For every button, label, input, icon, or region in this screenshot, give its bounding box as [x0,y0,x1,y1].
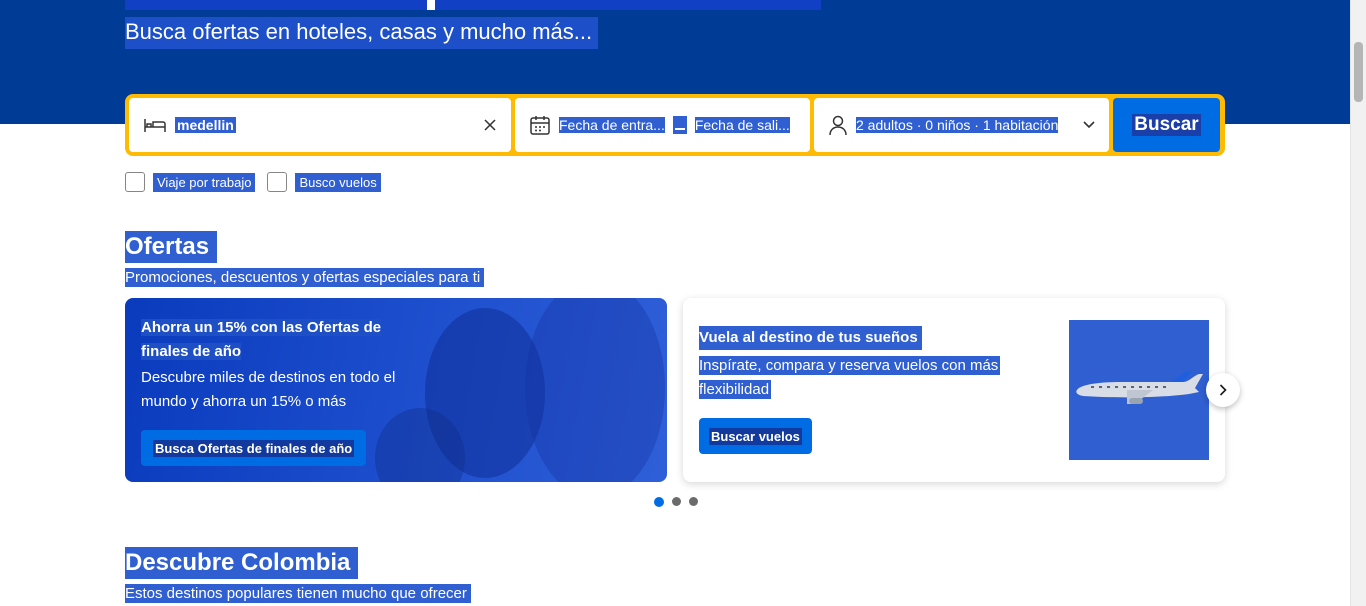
year-end-offers-button[interactable]: Busca Ofertas de finales de año [141,430,367,466]
airplane-image [1069,320,1209,460]
guests-field[interactable]: 2 adultos · 0 niños · 1 habitación [814,98,1109,152]
offer-card-title: Ahorra un 15% con las Ofertas de finales… [141,319,382,360]
work-trip-option[interactable]: Viaje por trabajo [125,172,256,192]
search-bar: medellin Fecha de entra... Fecha de sali… [125,94,1225,156]
dates-field[interactable]: Fecha de entra... Fecha de sali... [515,98,810,152]
discover-subtitle: Estos destinos populares tienen mucho qu… [125,584,471,603]
flights-card-title: Vuela al destino de tus sueños [699,326,922,350]
search-flights-button-label: Buscar vuelos [709,427,802,445]
hero-title-selection [125,0,821,10]
chevron-right-icon [1219,384,1227,396]
carousel-dot[interactable] [672,497,681,506]
destination-input[interactable]: medellin [175,117,236,133]
flights-label: Busco vuelos [295,172,381,192]
offer-card-year-end[interactable]: Ahorra un 15% con las Ofertas de finales… [125,298,667,482]
carousel-next-button[interactable] [1206,373,1240,407]
person-icon [828,114,848,136]
close-icon[interactable] [483,118,497,132]
work-trip-checkbox[interactable] [125,172,145,192]
checkout-label[interactable]: Fecha de sali... [694,117,790,133]
flights-checkbox[interactable] [267,172,288,192]
guests-label[interactable]: 2 adultos · 0 niños · 1 habitación [856,117,1059,133]
carousel-dot[interactable] [689,497,698,506]
carousel-dot[interactable] [654,496,664,507]
flights-option[interactable]: Busco vuelos [267,172,381,192]
search-button-label: Buscar [1132,114,1201,136]
date-separator [672,116,687,134]
hero-title-cursor [427,0,435,10]
search-button[interactable]: Buscar [1113,98,1220,152]
offer-card-flights[interactable]: Vuela al destino de tus sueños Inspírate… [683,298,1225,482]
checkin-label[interactable]: Fecha de entra... [559,117,665,133]
calendar-icon [529,114,551,136]
offer-card-description: Descubre miles de destinos en todo el mu… [141,369,396,410]
search-options: Viaje por trabajo Busco vuelos [125,172,381,192]
work-trip-label: Viaje por trabajo [153,172,256,192]
carousel-pagination [654,496,698,507]
discover-title: Descubre Colombia [125,547,359,579]
page-scrollbar[interactable] [1350,0,1366,606]
chevron-down-icon[interactable] [1083,121,1095,129]
offers-title: Ofertas [125,231,218,263]
bed-icon [143,115,167,135]
year-end-offers-button-label: Busca Ofertas de finales de año [153,439,355,457]
scrollbar-thumb[interactable] [1354,42,1363,102]
airplane-icon [1071,370,1207,410]
flights-card-description: Inspírate, compara y reserva vuelos con … [699,356,1001,399]
search-flights-button[interactable]: Buscar vuelos [699,418,812,454]
offers-subtitle: Promociones, descuentos y ofertas especi… [125,268,485,287]
destination-field[interactable]: medellin [129,98,511,152]
hero-subtitle: Busca ofertas en hoteles, casas y mucho … [125,17,599,49]
